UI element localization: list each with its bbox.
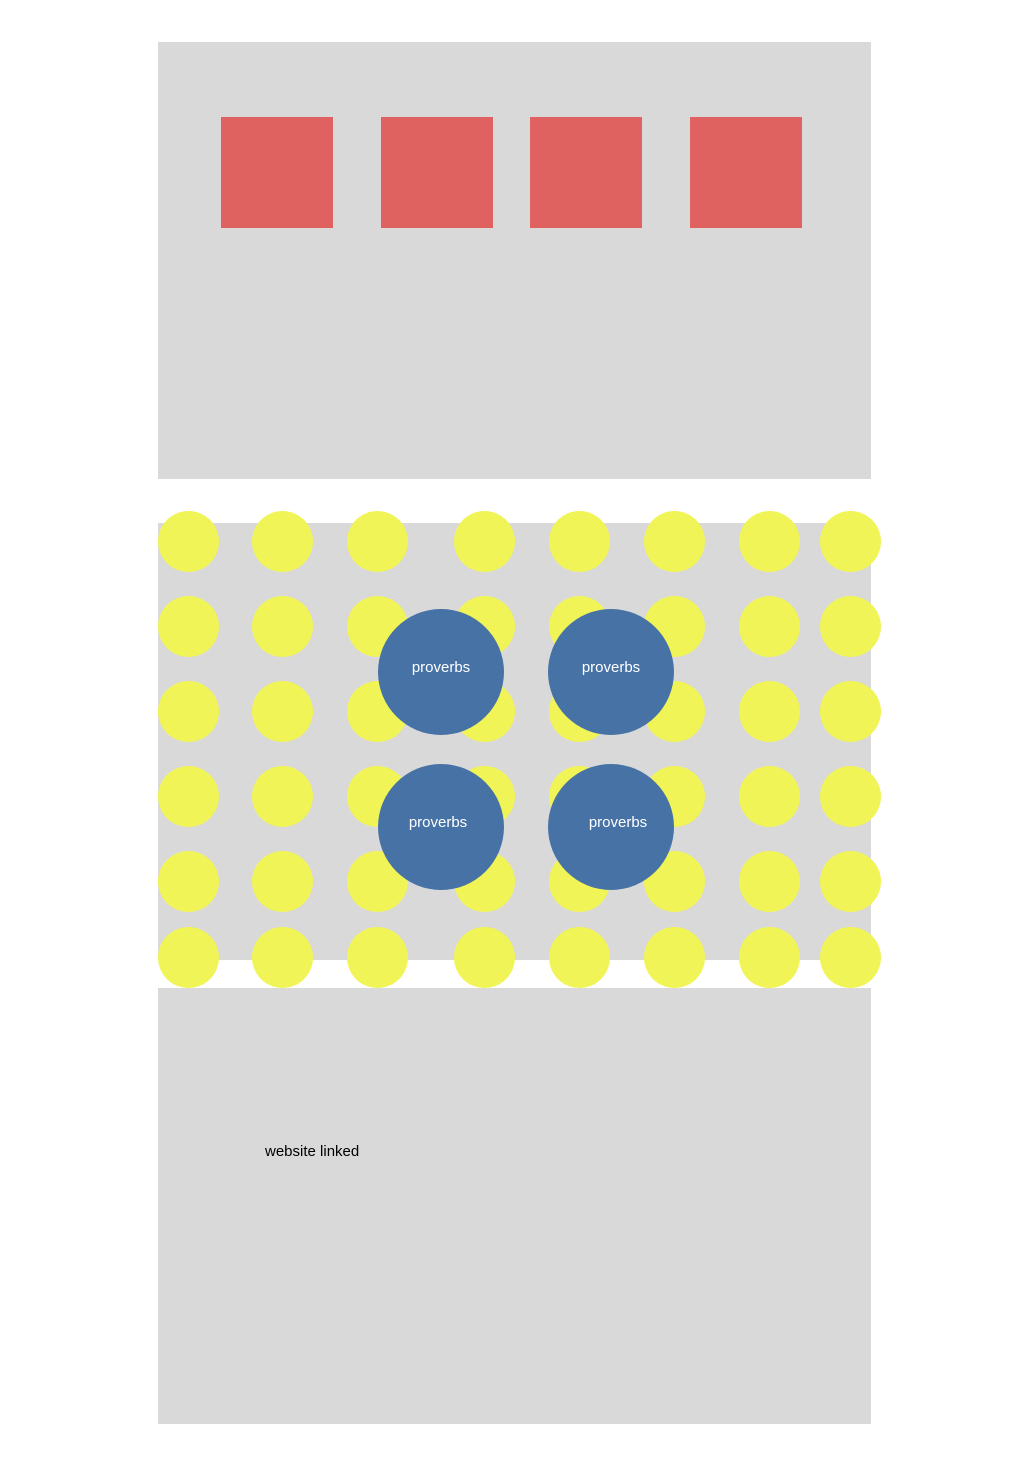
bottom-panel xyxy=(158,988,871,1424)
proverbs-circle[interactable]: proverbs xyxy=(548,764,674,890)
website-link[interactable]: website linked xyxy=(265,1143,359,1160)
proverbs-circle[interactable]: proverbs xyxy=(548,609,674,735)
top-panel xyxy=(158,42,871,479)
proverbs-label: proverbs xyxy=(581,659,641,676)
red-square-4[interactable] xyxy=(690,117,802,228)
proverbs-label: proverbs xyxy=(411,659,471,676)
red-square-3[interactable] xyxy=(530,117,642,228)
red-square-2[interactable] xyxy=(381,117,493,228)
proverbs-circle[interactable]: proverbs xyxy=(378,764,504,890)
proverbs-circle[interactable]: proverbs xyxy=(378,609,504,735)
red-square-1[interactable] xyxy=(221,117,333,228)
middle-panel xyxy=(158,523,871,960)
proverbs-label: proverbs xyxy=(588,814,648,831)
proverbs-label: proverbs xyxy=(408,814,468,831)
